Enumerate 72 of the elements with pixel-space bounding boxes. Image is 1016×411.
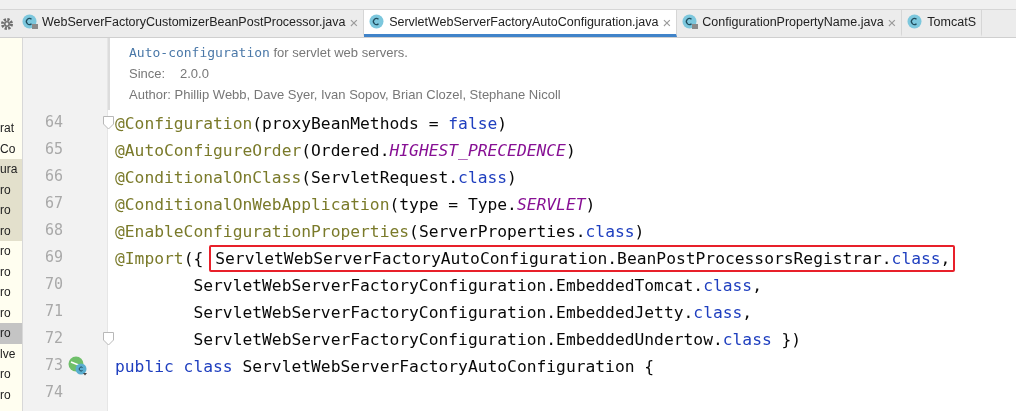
line-number: 67 <box>45 194 64 212</box>
code-text: }) <box>780 330 802 349</box>
doc-text: 2.0.0 <box>180 66 209 81</box>
line-number: 71 <box>45 302 64 320</box>
keyword-text: public class <box>115 357 233 376</box>
tree-item[interactable]: ro <box>0 179 22 200</box>
tree-item[interactable]: ura <box>0 159 22 180</box>
annotation-text: @Configuration <box>115 114 253 133</box>
keyword-text: class <box>722 330 772 349</box>
code-text: , <box>742 303 753 322</box>
tree-item[interactable]: ro <box>0 302 22 323</box>
editor-tab[interactable]: ConfigurationPropertyName.java × <box>677 10 903 37</box>
annotation-text: @ConditionalOnWebApplication <box>115 195 390 214</box>
doc-label: Since: <box>129 65 167 83</box>
editor-tab[interactable]: TomcatS <box>902 10 982 37</box>
tree-item[interactable]: ro <box>0 323 22 344</box>
tree-item[interactable]: rat <box>0 118 22 139</box>
code-text: (ServerProperties. <box>409 222 586 241</box>
line-number: 70 <box>45 275 64 293</box>
tree-item[interactable]: ro <box>0 384 22 405</box>
line-number: 69 <box>45 248 64 266</box>
code-text: , <box>940 249 951 268</box>
line-number: 64 <box>45 113 64 131</box>
keyword-text: class <box>703 276 753 295</box>
keyword-text: false <box>448 114 498 133</box>
code-text: ({ <box>183 249 204 268</box>
code-text: , <box>752 276 762 295</box>
line-number: 74 <box>45 383 64 401</box>
line-number: 73 <box>45 356 64 374</box>
line-number: 68 <box>45 221 64 239</box>
annotation-text: @AutoConfigureOrder <box>115 141 302 160</box>
annotation-text: @ConditionalOnClass <box>115 168 302 187</box>
code-text: (Ordered. <box>301 141 390 160</box>
code-text: ServletWebServerFactoryConfiguration.EmbeddedJetty. <box>192 303 694 322</box>
tree-item[interactable]: ro <box>0 220 22 241</box>
line-number: 72 <box>45 329 64 347</box>
code-text: ServletWebServerFactoryConfiguration.EmbeddedUndertow. <box>192 330 723 349</box>
code-text: ) <box>634 222 645 241</box>
implementation-gutter-icon[interactable] <box>68 356 88 376</box>
code-text: ServletWebServerFactoryConfiguration.EmbeddedTomcat. <box>192 276 704 295</box>
line-number: 66 <box>45 167 64 185</box>
line-number: 65 <box>45 140 64 158</box>
code-text: (ServletRequest. <box>301 168 459 187</box>
doc-summary: Auto-configuration for servlet web servers. <box>129 44 409 62</box>
code-text: ) <box>507 168 517 187</box>
tree-item[interactable]: ro <box>0 364 22 385</box>
doc-text: Phillip Webb, Dave Syer, Ivan Sopov, Brian Clozel, Stephane Nicoll <box>174 87 561 102</box>
keyword-text: class <box>693 303 743 322</box>
tree-item[interactable]: ro <box>0 200 22 221</box>
code-text: ) <box>565 141 576 160</box>
tree-item[interactable]: Co <box>0 138 22 159</box>
annotation-text: @EnableConfigurationProperties <box>115 222 410 241</box>
code-text: ServletWebServerFactoryAutoConfiguration.BeanPostProcessorsRegistrar. <box>215 249 892 268</box>
constant-text: HIGHEST_PRECEDENCE <box>389 141 566 160</box>
editor-tab[interactable]: ServletWebServerFactoryAutoConfiguration.java × <box>364 10 678 37</box>
tree-item[interactable]: ro <box>0 282 22 303</box>
fold-marker-icon[interactable] <box>103 116 114 130</box>
doc-label: Author: <box>129 87 171 102</box>
tree-item[interactable]: ro <box>0 261 22 282</box>
keyword-text: class <box>458 168 508 187</box>
annotation-text: @Import <box>115 249 184 268</box>
code-text: (proxyBeanMethods = <box>252 114 440 133</box>
fold-marker-icon[interactable] <box>103 332 114 346</box>
tree-item[interactable]: lve <box>0 343 22 364</box>
code-text: ServletWebServerFactoryAutoConfiguration { <box>241 357 655 376</box>
code-text: ) <box>497 114 508 133</box>
code-text: (type = Type. <box>389 195 517 214</box>
constant-text: SERVLET <box>516 195 586 214</box>
tree-item[interactable]: ro <box>0 241 22 262</box>
settings-icon[interactable] <box>0 16 14 31</box>
keyword-text: class <box>585 222 635 241</box>
keyword-text: class <box>891 249 941 268</box>
